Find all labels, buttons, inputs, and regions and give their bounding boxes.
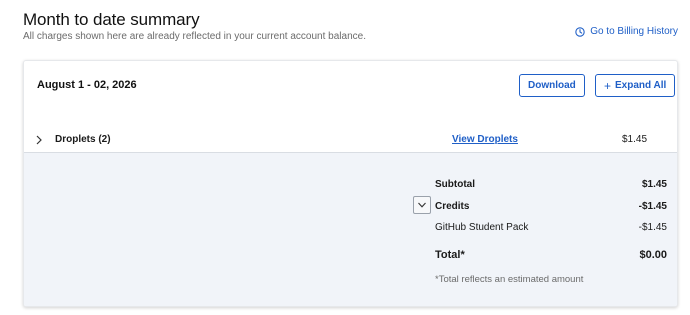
- clock-history-icon: [575, 26, 585, 37]
- credits-row: Credits -$1.45: [435, 201, 667, 212]
- billing-history-link[interactable]: Go to Billing History: [575, 26, 678, 37]
- credit-item-row: GitHub Student Pack -$1.45: [435, 222, 667, 233]
- summary-panel: Subtotal $1.45 Credits -$1.45 GitHub Stu…: [24, 153, 677, 306]
- subtotal-row: Subtotal $1.45: [435, 179, 667, 190]
- summary-card: August 1 - 02, 2026 Download + Expand Al…: [23, 60, 678, 307]
- download-button[interactable]: Download: [519, 74, 585, 97]
- expand-all-button[interactable]: + Expand All: [595, 74, 676, 97]
- credits-toggle[interactable]: [413, 196, 431, 214]
- total-note: *Total reflects an estimated amount: [435, 274, 584, 285]
- page-title: Month to date summary: [23, 10, 200, 29]
- total-label: Total*: [435, 249, 465, 261]
- expand-all-label: Expand All: [615, 80, 667, 91]
- chevron-down-icon: [417, 196, 427, 214]
- page-subtitle: All charges shown here are already refle…: [23, 31, 366, 42]
- credit-item-label: GitHub Student Pack: [435, 222, 529, 233]
- billing-period: August 1 - 02, 2026: [37, 79, 137, 91]
- total-row: Total* $0.00: [435, 249, 667, 261]
- download-label: Download: [528, 80, 576, 91]
- chevron-right-icon[interactable]: [35, 133, 43, 152]
- total-value: $0.00: [639, 249, 667, 261]
- line-item-amount: $1.45: [622, 134, 648, 145]
- credits-value: -$1.45: [638, 201, 667, 212]
- view-droplets-link[interactable]: View Droplets: [452, 134, 518, 145]
- credit-item-value: -$1.45: [638, 222, 667, 233]
- subtotal-label: Subtotal: [435, 179, 475, 190]
- line-item-row: Droplets (2) View Droplets $1.45: [24, 129, 677, 153]
- billing-history-label: Go to Billing History: [590, 26, 678, 37]
- line-item-name: Droplets (2): [55, 134, 111, 145]
- credits-label: Credits: [435, 201, 470, 212]
- plus-icon: +: [604, 78, 612, 93]
- subtotal-value: $1.45: [641, 179, 667, 190]
